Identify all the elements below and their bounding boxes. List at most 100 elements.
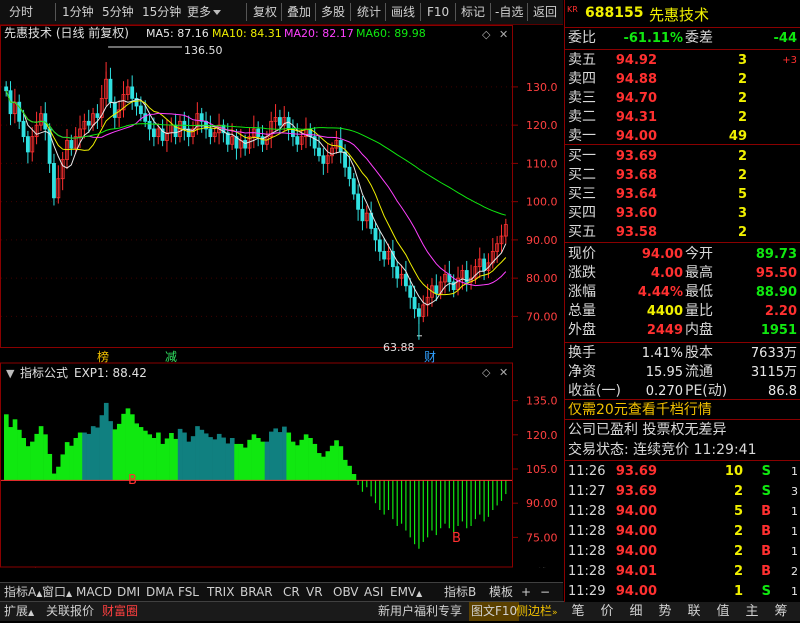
marker-cai[interactable]: 财 (424, 350, 436, 364)
tab-trix[interactable]: TRIX (207, 583, 234, 601)
tab-brar[interactable]: BRAR (240, 583, 273, 601)
tab-trades[interactable]: 笔 (564, 602, 592, 621)
tab-obv[interactable]: OBV (333, 583, 359, 601)
minus-icon[interactable]: − (540, 583, 550, 601)
tab-indicator-a[interactable]: 指标A▲ (4, 583, 42, 601)
indicator-bar (229, 438, 235, 481)
candle-body (4, 86, 9, 92)
diamond-icon[interactable]: ◇ (482, 366, 491, 379)
tab-chips[interactable]: 筹 (767, 602, 795, 621)
bid-row: 买五 93.58 2 (565, 222, 800, 243)
tab-15min[interactable]: 15分钟 (142, 0, 181, 24)
trade-price: 94.00 (615, 524, 657, 539)
tab-cr[interactable]: CR (283, 583, 300, 601)
chart-title: 先惠技术 (日线 前复权) (4, 25, 129, 40)
tab-asi[interactable]: ASI (364, 583, 383, 601)
tab-fenshi[interactable]: 分时 (9, 0, 33, 24)
stat-label: 最高 (685, 265, 713, 281)
ma10-label: MA10: 84.31 (212, 27, 282, 40)
tab-vr[interactable]: VR (306, 583, 323, 601)
weibi-row: 委比 -61.11% 委差 -44 (565, 28, 800, 49)
indicator-bar (8, 427, 13, 481)
add-favorite-button[interactable]: -自选 (495, 0, 523, 24)
divider (527, 3, 528, 21)
statistics-button[interactable]: 统计 (357, 0, 381, 24)
stat-label: 最低 (685, 284, 713, 300)
tab-emv[interactable]: EMV▲ (390, 583, 422, 601)
indicator-value: EXP1: 88.42 (74, 366, 147, 380)
expand-label: 扩展 (4, 604, 29, 618)
indicator-bar (208, 437, 213, 481)
trade-time: 11:26 (568, 464, 606, 479)
indicator-bar (38, 426, 44, 481)
close-icon[interactable]: ✕ (499, 28, 508, 41)
sidebar-label: 侧边栏 (516, 604, 553, 618)
tab-related[interactable]: 联 (680, 602, 708, 621)
related-quotes-button[interactable]: 关联报价 (46, 602, 94, 621)
indicator-bar (256, 438, 261, 481)
close-icon[interactable]: ✕ (499, 366, 508, 379)
kline-chart[interactable]: 130.0 120.0 110.0 100.0 90.00 80.00 70.00 135.0… (0, 25, 563, 568)
f10-button[interactable]: F10 (427, 0, 449, 24)
trade-tick-count: 1 (791, 465, 798, 478)
mark-button[interactable]: 标记 (461, 0, 485, 24)
diamond-icon[interactable]: ◇ (482, 28, 491, 41)
graphic-f10-button[interactable]: 图文F10 (469, 602, 520, 621)
ask-row: 卖二 94.31 2 (565, 107, 800, 128)
promo-row[interactable]: 仅需20元查看千档行情 (565, 400, 800, 421)
notice-text: 公司已盈利 投票权无差异 (568, 422, 727, 438)
overlay-button[interactable]: 叠加 (287, 0, 311, 24)
draw-line-button[interactable]: 画线 (391, 0, 415, 24)
multi-stock-button[interactable]: 多股 (321, 0, 345, 24)
indicator-bar (295, 445, 300, 481)
tab-5min[interactable]: 5分钟 (102, 0, 134, 24)
sub-tick-label: 135.0 (526, 395, 558, 408)
indicator-bar (121, 413, 126, 481)
triangle-icon: ▲ (416, 589, 423, 598)
x-axis-label: 10 (62, 567, 76, 568)
sidebar-toggle[interactable]: 侧边栏» (516, 602, 558, 621)
tab-price[interactable]: 价 (593, 602, 621, 621)
low-price-label: 63.88 (383, 341, 415, 354)
tab-fsl[interactable]: FSL (178, 583, 199, 601)
candle-body (395, 266, 400, 279)
candle-body (295, 136, 300, 145)
weicha-value: -44 (773, 31, 798, 46)
tab-window[interactable]: 窗口▲ (42, 583, 72, 601)
tab-dmi[interactable]: DMI (117, 583, 140, 601)
tab-value[interactable]: 值 (709, 602, 737, 621)
tab-macd[interactable]: MACD (76, 583, 112, 601)
tab-indicator-b[interactable]: 指标B (444, 583, 476, 601)
stat-value: 95.50 (755, 266, 797, 281)
indicator-bar (69, 445, 74, 481)
candle-body (360, 208, 365, 222)
high-price-label: 136.50 (184, 44, 223, 57)
tab-main[interactable]: 主 (738, 602, 766, 621)
marker-jian[interactable]: 减 (165, 350, 177, 364)
marker-bang[interactable]: 榜 (97, 349, 109, 364)
tab-label: 指标B (444, 585, 477, 599)
indicator-bar (130, 414, 135, 481)
indicator-bar (116, 423, 122, 481)
tab-detail[interactable]: 细 (622, 602, 650, 621)
divider (420, 3, 421, 21)
tab-1min[interactable]: 1分钟 (62, 0, 94, 24)
expand-button[interactable]: 扩展▲ (4, 602, 34, 621)
stat-row: 总量 4400 量比 2.20 (565, 301, 800, 322)
period-mode-label: 日线 (526, 566, 548, 568)
back-button[interactable]: 返回 (533, 0, 557, 24)
tab-template[interactable]: 模板 (489, 583, 513, 601)
tab-trend[interactable]: 势 (651, 602, 679, 621)
more-menu[interactable]: 更多 (187, 0, 222, 24)
buy-signal-label: B (452, 531, 461, 546)
wealth-circle-button[interactable]: 财富圈 (102, 602, 138, 621)
add-icon[interactable]: + (521, 583, 531, 601)
tab-dma[interactable]: DMA (146, 583, 174, 601)
indicator-collapse-icon[interactable]: ▼ (6, 367, 15, 380)
new-user-promo[interactable]: 新用户福利专享 (378, 602, 462, 621)
restore-rights-button[interactable]: 复权 (253, 0, 277, 24)
ask-row: 卖三 94.70 2 (565, 88, 800, 109)
trade-tick-count: 1 (791, 505, 798, 518)
divider (490, 3, 491, 21)
more-label: 更多 (187, 5, 212, 19)
